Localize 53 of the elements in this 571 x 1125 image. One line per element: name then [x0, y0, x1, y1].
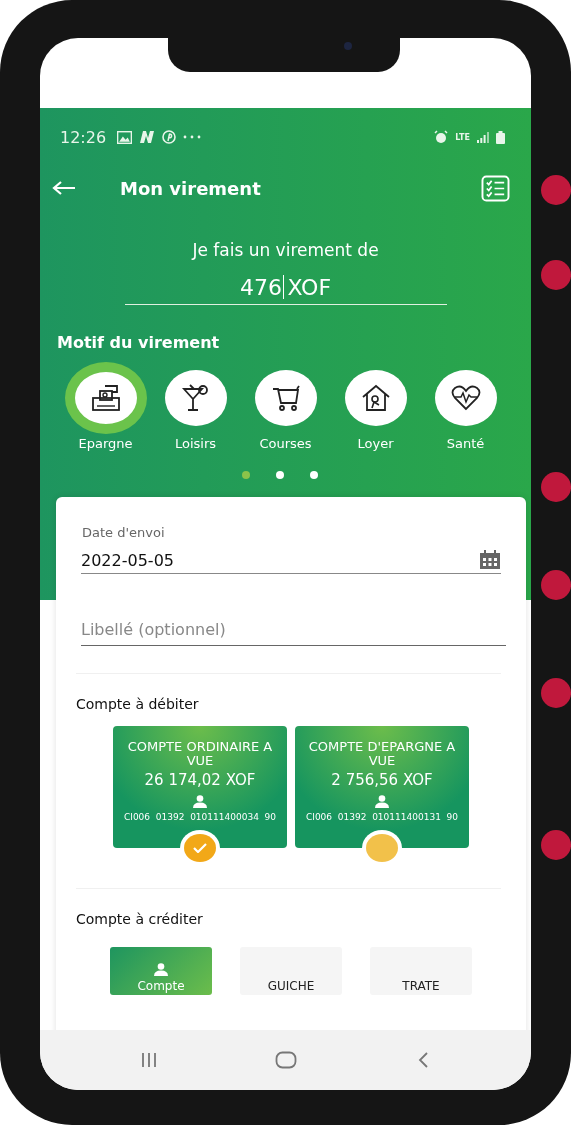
person-icon	[375, 795, 389, 808]
cash-register-icon	[90, 384, 121, 412]
field-label: Date d'envoi	[82, 525, 166, 540]
signal-icon	[477, 131, 489, 143]
motif-option[interactable]: Courses	[244, 362, 327, 451]
account-card[interactable]: COMPTE D'EPARGNE A VUE 2 756,56 XOF CI006 01392 010111400131 90	[295, 726, 469, 848]
status-time: 12:26	[60, 127, 107, 147]
annotation-dot	[541, 175, 571, 205]
cart-icon	[270, 384, 301, 412]
home-icon	[274, 1051, 297, 1069]
annotation-dot	[541, 570, 571, 600]
house-icon	[360, 384, 391, 412]
motif-option[interactable]: Santé	[424, 362, 507, 451]
back-icon	[417, 1052, 428, 1068]
network-type: LTE	[455, 132, 470, 142]
battery-icon	[496, 130, 505, 144]
account-radio[interactable]	[366, 834, 398, 862]
checklist-button[interactable]	[480, 173, 511, 203]
motif-option[interactable]: Loyer	[334, 362, 417, 451]
section-title: Compte à débiter	[76, 696, 200, 712]
label-field[interactable]: Libellé (optionnel)	[81, 620, 506, 646]
person-icon	[154, 963, 168, 976]
more-icon	[183, 135, 202, 139]
account-radio[interactable]	[184, 834, 216, 862]
recent-apps-icon	[140, 1052, 157, 1068]
credit-option[interactable]: GUICHE	[240, 947, 342, 995]
image-icon	[117, 130, 133, 144]
camera-icon	[344, 42, 352, 50]
page-dot[interactable]	[241, 471, 250, 479]
cocktail-icon	[180, 383, 211, 413]
credit-option[interactable]: Compte	[110, 947, 212, 995]
page-dot[interactable]	[275, 471, 284, 479]
annotation-dot	[541, 472, 571, 502]
screen-title: Mon virement	[120, 177, 261, 199]
annotation-dot	[541, 830, 571, 860]
annotation-dot	[541, 260, 571, 290]
alarm-icon	[434, 130, 449, 144]
account-card[interactable]: COMPTE ORDINAIRE A VUE 26 174,02 XOF CI006 01392 010111400034 90	[113, 726, 287, 848]
section-title: Compte à créditer	[76, 911, 204, 927]
calendar-icon	[479, 550, 501, 570]
check-icon	[193, 843, 207, 853]
person-icon	[193, 795, 207, 808]
annotation-dot	[541, 678, 571, 708]
heart-pulse-icon	[450, 385, 481, 411]
n-logo-icon	[139, 131, 156, 143]
date-field[interactable]: 2022-05-05	[81, 550, 501, 574]
amount-field[interactable]: 476 XOF	[124, 270, 447, 305]
credit-option[interactable]: TRATE	[370, 947, 472, 995]
page-dot[interactable]	[309, 471, 318, 479]
motif-option[interactable]: Loisirs	[154, 362, 237, 451]
amount-label: Je fais un virement de	[190, 240, 380, 260]
section-title: Motif du virement	[57, 333, 221, 352]
pin-logo-icon	[162, 130, 177, 144]
